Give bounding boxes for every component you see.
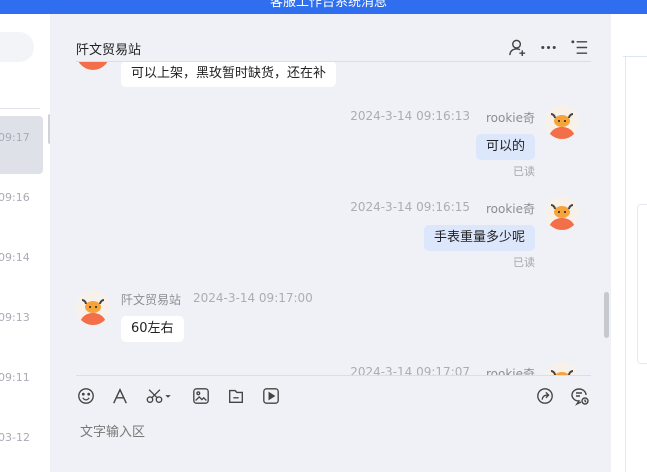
sender-name: rookie奇 — [485, 367, 535, 375]
message-time: 2024-3-14 09:17:00 — [193, 291, 313, 305]
side-panel-card — [637, 204, 647, 364]
side-panel — [611, 14, 647, 472]
folder-icon[interactable] — [226, 386, 246, 406]
image-icon[interactable] — [191, 386, 211, 406]
conversation-time: 09:14 — [0, 251, 30, 264]
sender-name: rookie奇 — [485, 202, 535, 216]
message-scrollbar[interactable] — [604, 292, 609, 338]
conversation-time: 09:11 — [0, 371, 30, 384]
avatar[interactable] — [545, 362, 579, 375]
chat-title: 阡文贸易站 — [76, 43, 142, 58]
emoji-icon[interactable] — [76, 386, 96, 406]
more-icon[interactable] — [539, 38, 558, 57]
side-panel-border — [625, 57, 626, 472]
message-time: 2024-3-14 09:16:13 — [350, 109, 470, 123]
message-bubble: 手表重量多少呢 — [423, 225, 535, 251]
avatar[interactable] — [76, 62, 110, 70]
chat-panel: 阡文贸易站 可以上架，黑玫暂时缺货，还在补 2024-3-14 09:16:13… — [56, 14, 611, 472]
message-list: 可以上架，黑玫暂时缺货，还在补 2024-3-14 09:16:13 rooki… — [56, 62, 611, 375]
share-icon[interactable] — [535, 386, 555, 406]
message-time: 2024-3-14 09:17:07 — [350, 365, 470, 375]
read-status: 已读 — [513, 256, 535, 269]
list-scrollbar[interactable] — [48, 114, 50, 144]
read-status: 已读 — [513, 165, 535, 178]
list-divider — [0, 108, 40, 109]
message-input[interactable]: 文字输入区 — [80, 421, 145, 440]
message-time: 2024-3-14 09:16:15 — [350, 200, 470, 214]
conversation-time: 03-12 — [0, 431, 30, 444]
conversation-item-selected[interactable] — [0, 116, 43, 174]
scissors-icon[interactable] — [144, 386, 174, 406]
conversation-list: 09:17 09:16 09:14 09:13 09:11 03-12 — [0, 14, 50, 472]
font-icon[interactable] — [110, 386, 130, 406]
add-user-icon[interactable] — [508, 38, 527, 57]
avatar[interactable] — [76, 291, 110, 325]
message-bubble: 可以的 — [475, 134, 535, 160]
top-title-bar: 客服工作台系统消息 — [0, 0, 647, 14]
sender-name: 阡文贸易站 — [121, 293, 182, 307]
sender-name: rookie奇 — [485, 111, 535, 125]
conversation-search-input[interactable] — [0, 32, 34, 62]
conversation-time: 09:17 — [0, 131, 30, 144]
video-icon[interactable] — [261, 386, 281, 406]
message-bubble: 可以上架，黑玫暂时缺货，还在补 — [121, 62, 337, 87]
avatar[interactable] — [545, 196, 579, 230]
menu-list-icon[interactable] — [570, 38, 589, 57]
composer-toolbar — [76, 386, 591, 408]
message-bubble: 60左右 — [121, 316, 184, 342]
conversation-time: 09:16 — [0, 191, 30, 204]
side-panel-tab-underline — [623, 56, 647, 57]
chat-header: 阡文贸易站 — [56, 14, 611, 62]
conversation-time: 09:13 — [0, 311, 30, 324]
top-title: 客服工作台系统消息 — [270, 0, 388, 10]
chat-history-icon[interactable] — [570, 386, 590, 406]
avatar[interactable] — [545, 105, 579, 139]
composer-divider — [76, 375, 591, 376]
